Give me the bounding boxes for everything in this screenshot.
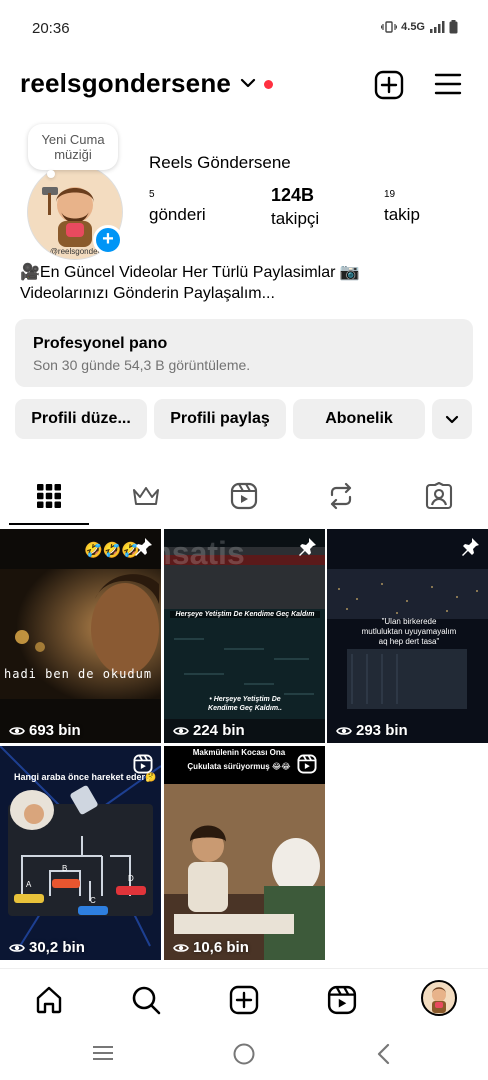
share-profile-button[interactable]: Profili paylaş: [154, 399, 286, 439]
system-navigation: [0, 1028, 488, 1080]
stat-followers[interactable]: 124B takipçi: [271, 185, 319, 229]
tab-reposts[interactable]: [296, 466, 386, 526]
tagged-icon: [425, 482, 453, 510]
pin-icon: [135, 538, 152, 556]
grid-post-4[interactable]: Hangi araba önce hareket eder🤔 A B C D 3…: [0, 746, 161, 960]
stat-following-value: 19: [384, 189, 396, 200]
home-icon[interactable]: [34, 985, 64, 1015]
post-3-views: 293 bin: [336, 722, 408, 739]
post-1-views: 693 bin: [9, 722, 81, 739]
post-1-views-count: 693 bin: [29, 722, 81, 739]
status-time: 20:36: [32, 20, 70, 37]
create-post-icon[interactable]: [374, 70, 404, 100]
battery-icon: [449, 20, 458, 34]
post-2-views: 224 bin: [173, 722, 245, 739]
reels-icon: [133, 754, 153, 774]
eye-icon: [173, 726, 189, 735]
bio-line-1: 🎥En Güncel Videolar Her Türlü Paylasimla…: [20, 264, 360, 281]
home-button-icon[interactable]: [232, 1042, 256, 1066]
note-bubble-tail: [47, 170, 55, 178]
notification-dot: [264, 80, 273, 89]
post-4-label-a: A: [26, 880, 32, 889]
eye-icon: [9, 726, 25, 735]
tab-tagged[interactable]: [394, 466, 484, 526]
menu-icon[interactable]: [434, 72, 462, 96]
dashboard-subtitle: Son 30 günde 54,3 B görüntüleme.: [33, 357, 251, 373]
tab-subscriptions[interactable]: [101, 466, 191, 526]
vibrate-icon: [381, 21, 398, 33]
tab-posts-grid[interactable]: [4, 466, 94, 526]
post-5-thumbnail: [164, 746, 325, 960]
professional-dashboard[interactable]: Profesyonel pano Son 30 günde 54,3 B gör…: [15, 319, 473, 387]
active-tab-indicator: [9, 523, 89, 525]
dashboard-title: Profesyonel pano: [33, 335, 168, 352]
grid-post-1[interactable]: hadi ben de okudum 🤣🤣🤣 693 bin: [0, 529, 161, 743]
post-4-views-count: 30,2 bin: [29, 939, 85, 956]
grid-post-2[interactable]: Herşeye Yetiştim De Kendime Geç Kaldım •…: [164, 529, 325, 743]
search-icon[interactable]: [131, 985, 161, 1015]
profile-bio[interactable]: 🎥En Güncel Videolar Her Türlü Paylasimla…: [20, 262, 470, 304]
stat-followers-label: takipçi: [271, 209, 320, 228]
eye-icon: [336, 726, 352, 735]
eye-icon: [173, 943, 189, 952]
avatar-tag: @reelsgonder: [50, 247, 101, 256]
add-story-button[interactable]: +: [93, 225, 123, 255]
post-3-views-count: 293 bin: [356, 722, 408, 739]
stat-following[interactable]: 19 takip: [384, 189, 420, 225]
post-1-thumbnail: [0, 529, 161, 743]
post-5-overlay-text: Makmülenin Kocası Ona Çukulata sürüyormu…: [187, 748, 291, 771]
status-icons: 4.5G: [381, 20, 458, 34]
reels-icon: [297, 754, 317, 774]
recent-apps-icon[interactable]: [92, 1044, 114, 1062]
post-3-overlay-text: "Ulan birkerede mutluluktan uyuyamayalım…: [361, 617, 457, 646]
stat-following-label: takip: [384, 205, 420, 224]
stat-posts-value: 5: [149, 189, 155, 200]
suggested-users-button[interactable]: [432, 399, 472, 439]
bio-line-2: Videolarınızı Gönderin Paylaşalım...: [20, 285, 275, 302]
stat-posts[interactable]: 5 gönderi: [149, 189, 206, 225]
chevron-down-icon: [445, 415, 459, 424]
signal-icon: [430, 21, 445, 33]
grid-post-5[interactable]: Makmülenin Kocası Ona Çukulata sürüyormu…: [164, 746, 325, 960]
post-1-overlay-text: hadi ben de okudum: [4, 667, 153, 681]
stat-followers-value: 124B: [271, 185, 315, 205]
display-name: Reels Göndersene: [149, 153, 291, 172]
repost-icon: [330, 482, 352, 510]
post-1-emoji: 🤣🤣🤣: [84, 542, 141, 559]
grid-post-3[interactable]: "Ulan birkerede mutluluktan uyuyamayalım…: [327, 529, 488, 743]
post-4-label-d: D: [128, 874, 134, 883]
network-label: 4.5G: [401, 21, 425, 33]
pin-icon: [299, 538, 316, 556]
post-4-label-b: B: [62, 864, 68, 873]
back-icon[interactable]: [376, 1042, 392, 1066]
profile-nav-avatar[interactable]: [421, 980, 457, 1016]
note-bubble[interactable]: Yeni Cuma müziği: [28, 124, 118, 170]
pin-icon: [462, 538, 479, 556]
profile-username[interactable]: reelsgondersene: [20, 68, 231, 99]
edit-profile-button[interactable]: Profili düze...: [15, 399, 147, 439]
post-4-views: 30,2 bin: [9, 939, 85, 956]
tab-reels[interactable]: [199, 466, 289, 526]
reels-icon: [230, 482, 258, 510]
post-2-views-count: 224 bin: [193, 722, 245, 739]
post-4-label-c: C: [90, 896, 96, 905]
subscribe-button[interactable]: Abonelik: [293, 399, 425, 439]
bottom-navigation: [0, 968, 488, 1029]
post-5-views-count: 10,6 bin: [193, 939, 249, 956]
post-2-overlay-text: Herşeye Yetiştim De Kendime Geç Kaldım: [170, 611, 320, 618]
crown-icon: [133, 487, 159, 505]
post-5-views: 10,6 bin: [173, 939, 249, 956]
chevron-down-icon[interactable]: [239, 74, 257, 92]
avatar-illustration: [432, 987, 446, 1013]
post-4-overlay-question: Hangi araba önce hareket eder: [14, 772, 146, 782]
create-icon[interactable]: [229, 985, 259, 1015]
stat-posts-label: gönderi: [149, 205, 206, 224]
grid-icon: [37, 484, 61, 508]
watermark: itemsatis: [164, 535, 245, 571]
reels-nav-icon[interactable]: [327, 985, 357, 1015]
eye-icon: [9, 943, 25, 952]
post-2-caption: • Herşeye Yetiştim De Kendime Geç Kaldım…: [208, 696, 282, 712]
